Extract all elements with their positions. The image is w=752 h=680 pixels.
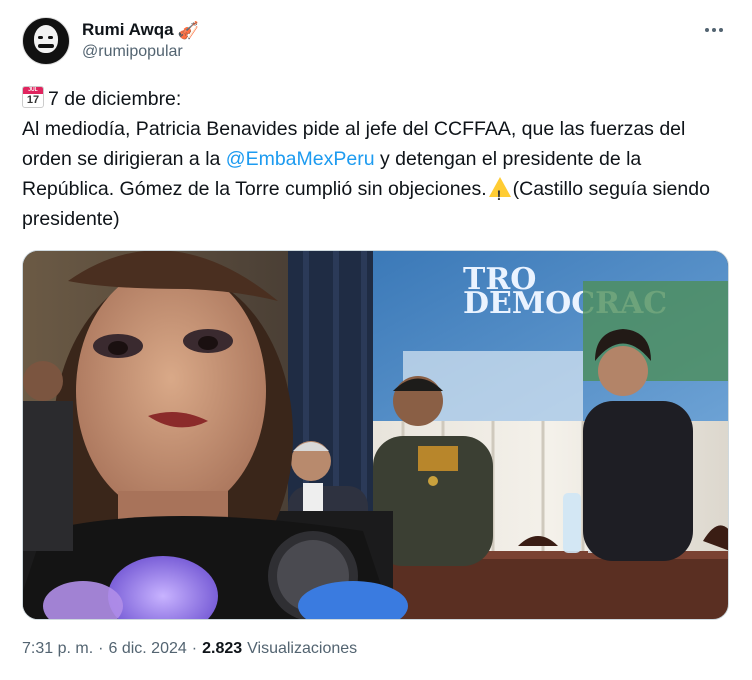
author-info: Rumi Awqa 🎻 @rumipopular [82,19,199,63]
tweet-date-line: JUL 17 7 de diciembre: [22,84,730,114]
tweet-paragraph: Al mediodía, Patricia Benavides pide al … [22,114,730,234]
warning-icon [488,177,511,210]
tweet-date-label: 7 de diciembre: [48,88,182,110]
author-display-name[interactable]: Rumi Awqa [82,19,174,41]
tweet-text: JUL 17 7 de diciembre: Al mediodía, Patr… [22,84,730,234]
meta-separator: · [98,640,104,657]
meta-separator-2: · [191,640,198,657]
more-options-icon[interactable] [698,18,730,42]
tweet-time[interactable]: 7:31 p. m. [22,640,93,658]
tweet-image[interactable]: TRO DEMOCRAC [22,250,729,620]
mention-link[interactable]: @EmbaMexPeru [226,148,375,170]
avatar[interactable] [22,17,70,65]
views-label[interactable]: Visualizaciones [247,640,357,658]
tweet-meta: 7:31 p. m. · 6 dic. 2024 · 2.823 Visuali… [22,640,357,658]
tweet-header: Rumi Awqa 🎻 @rumipopular [22,14,730,68]
author-display-name-row[interactable]: Rumi Awqa 🎻 [82,19,199,41]
violin-icon: 🎻 [177,20,199,40]
calendar-icon: JUL 17 [22,86,44,108]
tweet-date[interactable]: 6 dic. 2024 [108,640,186,658]
views-count[interactable]: 2.823 [202,640,242,658]
author-handle[interactable]: @rumipopular [82,41,199,63]
photo-illustration: TRO DEMOCRAC [23,251,728,619]
tweet: Rumi Awqa 🎻 @rumipopular JUL 17 7 de dic… [0,0,752,680]
